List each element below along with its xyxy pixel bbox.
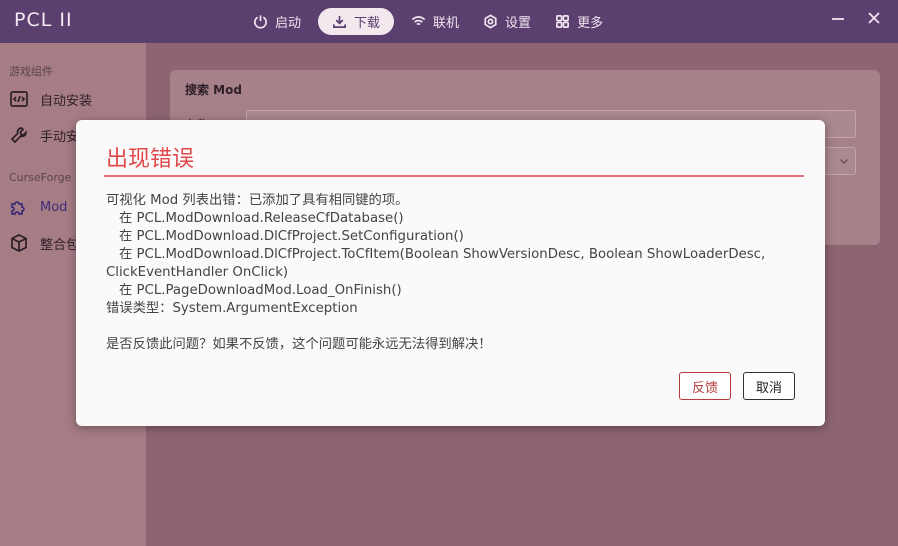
puzzle-icon: [11, 201, 25, 215]
error-type-line: 错误类型：System.ArgumentException: [106, 301, 358, 316]
dialog-message: 可视化 Mod 列表出错：已添加了具有相同键的项。 在 PCL.ModDownl…: [106, 192, 806, 354]
power-icon: [254, 15, 267, 29]
nav-online[interactable]: 联机: [404, 8, 466, 35]
box-icon: [11, 234, 27, 252]
grid-icon: [556, 15, 570, 28]
error-message-line: 可视化 Mod 列表出错：已添加了具有相同键的项。: [106, 193, 409, 208]
nav-settings-label: 设置: [505, 16, 532, 31]
stack-trace-line: 在 PCL.ModDownload.DlCfProject.ToCfItem(B…: [119, 247, 766, 262]
stack-trace-line: ClickEventHandler OnClick): [106, 265, 289, 280]
nav-launch[interactable]: 启动: [246, 8, 308, 35]
sidebar-item-label: Mod: [40, 199, 68, 215]
dialog-divider: [104, 175, 804, 177]
sidebar-item-label: 自动安装: [40, 93, 93, 109]
code-icon: [10, 91, 28, 107]
nav-launch-label: 启动: [275, 16, 302, 31]
feedback-question: 是否反馈此问题？如果不反馈，这个问题可能永远无法得到解决！: [106, 337, 492, 352]
wifi-icon: [411, 16, 426, 26]
title-bar: PCL II 启动 下载 联机 设置 更多: [0, 0, 898, 43]
nav-more-label: 更多: [577, 16, 604, 31]
stack-trace-line: 在 PCL.PageDownloadMod.Load_OnFinish(): [119, 283, 402, 298]
nav-more[interactable]: 更多: [548, 8, 610, 35]
stack-trace-line: 在 PCL.ModDownload.DlCfProject.SetConfigu…: [119, 229, 464, 244]
download-icon: [333, 15, 346, 28]
sidebar-section-game: 游戏组件: [9, 65, 53, 78]
nav-settings[interactable]: 设置: [476, 8, 538, 35]
chevron-down-icon: [839, 158, 849, 165]
search-card-title: 搜索 Mod: [185, 83, 242, 97]
gear-icon: [484, 14, 497, 29]
error-dialog: 出现错误 可视化 Mod 列表出错：已添加了具有相同键的项。 在 PCL.Mod…: [76, 120, 825, 426]
minimize-button[interactable]: [830, 10, 852, 32]
app-logo: PCL II: [14, 9, 73, 31]
wrench-icon: [10, 127, 27, 144]
nav-online-label: 联机: [433, 16, 460, 31]
close-icon: [868, 12, 880, 24]
feedback-button[interactable]: 反馈: [679, 372, 731, 400]
top-nav: 启动 下载 联机 设置 更多: [246, 8, 620, 35]
dialog-title: 出现错误: [106, 147, 195, 172]
nav-download-label: 下载: [354, 16, 381, 31]
sidebar-section-curseforge: CurseForge: [9, 171, 72, 184]
sidebar-item-auto-install[interactable]: 自动安装: [9, 87, 146, 111]
cancel-button[interactable]: 取消: [743, 372, 795, 400]
close-button[interactable]: [866, 10, 888, 32]
stack-trace-line: 在 PCL.ModDownload.ReleaseCfDatabase(): [119, 211, 404, 226]
nav-download[interactable]: 下载: [318, 8, 395, 35]
window-controls: [816, 10, 888, 32]
sidebar-item-label: 整合包: [40, 237, 80, 253]
minimize-icon: [832, 18, 844, 20]
